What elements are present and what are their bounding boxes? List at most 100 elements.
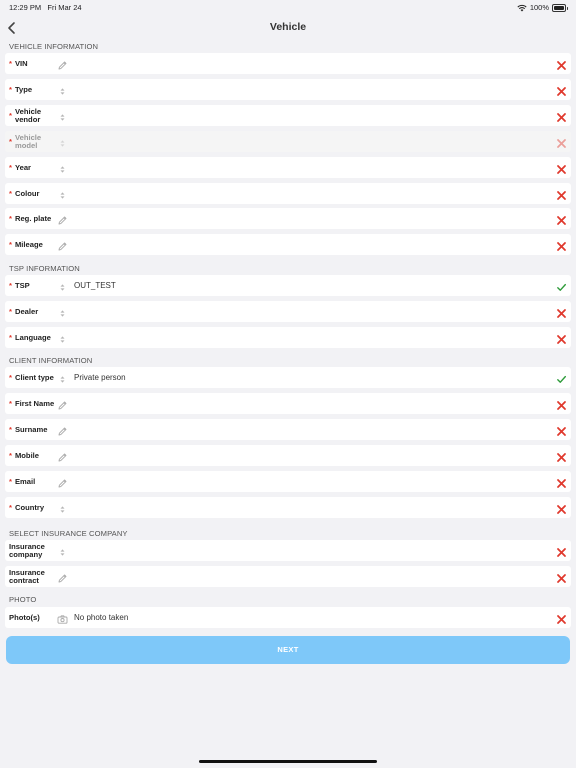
section-header-vehicle: VEHICLE INFORMATION	[9, 42, 99, 51]
field-label: * Mobile	[9, 445, 55, 466]
error-x-icon	[556, 136, 567, 148]
error-x-icon	[556, 450, 567, 462]
stepper-icon	[57, 280, 68, 291]
field-label: * Dealer	[9, 301, 55, 322]
field-label-text: Dealer	[14, 306, 39, 316]
next-button[interactable]: NEXT	[6, 636, 570, 664]
field-value: Private person	[74, 373, 126, 382]
required-asterisk: *	[9, 398, 12, 408]
form-row-dealer[interactable]: * Dealer	[5, 301, 571, 322]
pencil-icon	[57, 450, 68, 462]
error-x-icon	[556, 332, 567, 344]
field-label-text: Vehicle model	[14, 132, 42, 150]
section-header-photo: PHOTO	[9, 595, 37, 604]
required-asterisk: *	[9, 476, 12, 486]
section-header-client: CLIENT INFORMATION	[9, 356, 93, 365]
error-x-icon	[556, 58, 567, 70]
required-asterisk: *	[9, 239, 12, 249]
stepper-icon	[57, 332, 68, 343]
field-label-text: Year	[14, 162, 32, 172]
field-label: * Client type	[9, 367, 55, 388]
form-row-vehicle-model: * Vehicle model	[5, 131, 571, 152]
home-indicator	[199, 760, 377, 763]
checkmark-icon	[556, 372, 567, 383]
battery-percent: 100%	[529, 3, 549, 12]
field-label: * Colour	[9, 183, 55, 204]
status-right: 100%	[517, 3, 568, 12]
form-row-colour[interactable]: * Colour	[5, 183, 571, 204]
field-label: * Email	[9, 471, 55, 492]
field-value: No photo taken	[74, 613, 129, 622]
form-row-vehicle-vendor[interactable]: * Vehicle vendor	[5, 105, 571, 126]
error-x-icon	[556, 162, 567, 174]
required-asterisk: *	[9, 188, 12, 198]
section-header-insurance: SELECT INSURANCE COMPANY	[9, 529, 128, 538]
required-asterisk: *	[9, 306, 12, 316]
field-label-text: TSP	[14, 280, 30, 290]
required-asterisk: *	[9, 450, 12, 460]
field-label-text: Email	[14, 476, 36, 486]
error-x-icon	[556, 239, 567, 251]
error-x-icon	[556, 110, 567, 122]
required-asterisk: *	[9, 58, 12, 68]
field-label-text: Insurance contract	[9, 567, 45, 585]
status-bar: 12:29 PM Fri Mar 24 100%	[0, 0, 576, 14]
form-row-country[interactable]: * Country	[5, 497, 571, 518]
required-asterisk: *	[9, 502, 12, 512]
field-label: * VIN	[9, 53, 55, 74]
form-row-type[interactable]: * Type	[5, 79, 571, 100]
pencil-icon	[57, 398, 68, 410]
form-row-client-type[interactable]: * Client type Private person	[5, 367, 571, 388]
form-row-insurance-company[interactable]: Insurance company	[5, 540, 571, 561]
field-label-text: Language	[14, 332, 51, 342]
stepper-icon	[57, 84, 68, 95]
stepper-icon	[57, 372, 68, 383]
stepper-icon	[57, 110, 68, 121]
error-x-icon	[556, 571, 567, 583]
form-row-mileage[interactable]: * Mileage	[5, 234, 571, 255]
field-label: * Vehicle vendor	[9, 105, 55, 126]
required-asterisk: *	[9, 84, 12, 94]
error-x-icon	[556, 545, 567, 557]
error-x-icon	[556, 188, 567, 200]
form-row-vin[interactable]: * VIN	[5, 53, 571, 74]
required-asterisk: *	[9, 424, 12, 434]
field-label-text: First Name	[14, 398, 55, 408]
form-row-surname[interactable]: * Surname	[5, 419, 571, 440]
required-asterisk: *	[9, 372, 12, 382]
form-row-first-name[interactable]: * First Name	[5, 393, 571, 414]
form-row-language[interactable]: * Language	[5, 327, 571, 348]
form-row-tsp[interactable]: * TSP OUT_TEST	[5, 275, 571, 296]
field-label: * Language	[9, 327, 55, 348]
field-label-text: Photo(s)	[9, 612, 40, 622]
field-label: * Surname	[9, 419, 55, 440]
required-asterisk: *	[9, 110, 12, 120]
pencil-icon	[57, 239, 68, 251]
form-row-reg-plate[interactable]: * Reg. plate	[5, 208, 571, 229]
field-label: * Vehicle model	[9, 131, 55, 152]
page-title: Vehicle	[269, 21, 307, 33]
form-row-photo-s[interactable]: Photo(s) No photo taken	[5, 607, 571, 628]
stepper-icon	[57, 136, 68, 147]
pencil-icon	[57, 58, 68, 70]
stepper-icon	[57, 545, 68, 556]
form-row-mobile[interactable]: * Mobile	[5, 445, 571, 466]
error-x-icon	[556, 502, 567, 514]
form-row-email[interactable]: * Email	[5, 471, 571, 492]
camera-icon	[57, 612, 68, 624]
stepper-icon	[57, 188, 68, 199]
stepper-icon	[57, 162, 68, 173]
field-label-text: Country	[14, 502, 45, 512]
field-label-text: Insurance company	[9, 541, 45, 559]
error-x-icon	[556, 84, 567, 96]
field-label-text: VIN	[14, 58, 28, 68]
nav-bar: Vehicle	[0, 16, 576, 40]
form-row-insurance-contract[interactable]: Insurance contract	[5, 566, 571, 587]
required-asterisk: *	[9, 136, 12, 146]
field-label: Photo(s)	[9, 607, 55, 628]
form-row-year[interactable]: * Year	[5, 157, 571, 178]
checkmark-icon	[556, 280, 567, 291]
field-label-text: Client type	[14, 372, 54, 382]
field-value: OUT_TEST	[74, 281, 116, 290]
field-label: * Mileage	[9, 234, 55, 255]
